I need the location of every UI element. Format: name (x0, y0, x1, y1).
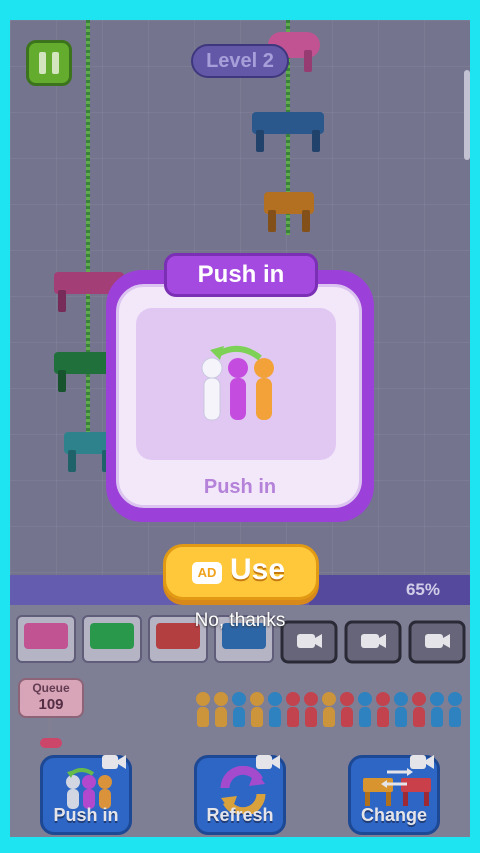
dialog-caption: Push in (203, 476, 277, 498)
use-label: Use (230, 553, 286, 586)
ad-badge-icon: AD (192, 562, 222, 584)
use-button[interactable]: AD Use (163, 544, 319, 600)
dialog-title: Push in (164, 253, 318, 297)
push-in-illustration (201, 345, 274, 421)
no-thanks-link[interactable]: No, thanks (170, 610, 310, 632)
game-screen: Level 2 65% Queue 109 Push in Refresh Ch… (10, 20, 470, 837)
illustration-panel (136, 308, 336, 460)
